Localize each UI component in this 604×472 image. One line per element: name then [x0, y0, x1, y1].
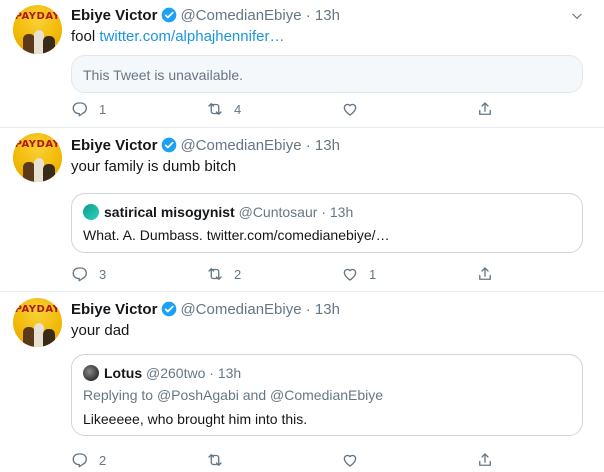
share-button[interactable]	[476, 264, 494, 284]
tweet-text: your dad	[71, 322, 130, 339]
tweet-text: your family is dumb bitch	[71, 158, 237, 175]
reply-count: 3	[99, 266, 107, 282]
like-count: 1	[369, 266, 377, 282]
replying-and: and	[238, 387, 271, 403]
tweet-header: Ebiye Victor @ComedianEbiye · 13h	[71, 6, 340, 26]
heart-icon	[343, 268, 357, 281]
retweet-icon	[208, 454, 222, 466]
verified-icon	[162, 7, 177, 23]
author-name[interactable]: Ebiye Victor	[71, 7, 157, 24]
retweet-count: 4	[234, 101, 242, 117]
quoted-tweet[interactable]: Lotus @260two · 13h Replying to @PoshAga…	[71, 354, 583, 436]
like-button[interactable]	[341, 99, 369, 119]
chevron-down-icon[interactable]	[570, 9, 584, 23]
share-button[interactable]	[476, 450, 494, 470]
quote-author-name: Lotus	[104, 365, 143, 381]
avatar-logo: PAYDAY	[14, 304, 61, 315]
reply-button[interactable]: 2	[71, 450, 106, 470]
separator: ·	[209, 365, 214, 381]
quote-header: Lotus @260two · 13h	[83, 364, 241, 382]
tweet-header: Ebiye Victor @ComedianEbiye · 13h	[71, 136, 340, 156]
quote-timestamp: 13h	[217, 365, 242, 381]
quote-author-name: satirical misogynist	[104, 204, 235, 220]
share-button[interactable]	[476, 99, 494, 119]
tweet-link[interactable]: twitter.com/alphajhennifer…	[99, 28, 284, 45]
retweet-icon	[208, 268, 222, 280]
verified-icon	[162, 301, 177, 317]
replying-prefix: Replying to	[83, 387, 157, 403]
replying-user: @PoshAgabi	[156, 387, 239, 403]
quote-header: satirical misogynist @Cuntosaur · 13h	[83, 203, 353, 221]
tweet-text-prefix: fool	[71, 28, 100, 45]
like-button[interactable]: 1	[341, 264, 376, 284]
share-icon	[479, 453, 491, 466]
avatar[interactable]: PAYDAY	[13, 133, 62, 182]
unavailable-quote: This Tweet is unavailable.	[71, 55, 583, 93]
share-icon	[479, 267, 491, 280]
quote-author-handle: @260two	[146, 365, 206, 381]
quote-timestamp: 13h	[329, 204, 354, 220]
timestamp[interactable]: 13h	[315, 137, 340, 154]
reply-count: 1	[99, 101, 107, 117]
replying-user: @ComedianEbiye	[270, 387, 384, 403]
quote-avatar	[83, 204, 99, 220]
tweet-actions: 2	[71, 450, 511, 470]
separator: ·	[305, 7, 311, 24]
separator: ·	[321, 204, 326, 220]
tweet-actions: 1 4	[71, 99, 511, 119]
reply-button[interactable]: 3	[71, 264, 106, 284]
separator: ·	[305, 137, 311, 154]
avatar[interactable]: PAYDAY	[13, 5, 62, 54]
tweet-text: fool twitter.com/alphajhennifer…	[71, 27, 284, 47]
quote-avatar	[83, 365, 99, 381]
avatar-logo: PAYDAY	[14, 11, 61, 22]
tweet-actions: 3 2 1	[71, 264, 511, 284]
tweet[interactable]: PAYDAY Ebiye Victor @ComedianEbiye · 13h …	[0, 291, 604, 472]
retweet-icon	[208, 103, 222, 115]
verified-icon	[162, 137, 177, 153]
author-handle[interactable]: @ComedianEbiye	[180, 137, 301, 154]
author-name[interactable]: Ebiye Victor	[71, 301, 157, 318]
share-icon	[479, 102, 491, 115]
timestamp[interactable]: 13h	[315, 301, 340, 318]
quote-author-handle: @Cuntosaur	[238, 204, 318, 220]
like-button[interactable]	[341, 450, 369, 470]
retweet-count: 2	[234, 266, 242, 282]
replying-to: Replying to @PoshAgabi and @ComedianEbiy…	[83, 386, 383, 404]
reply-icon	[72, 102, 87, 117]
tweet[interactable]: PAYDAY Ebiye Victor @ComedianEbiye · 13h …	[0, 0, 604, 128]
tweet[interactable]: PAYDAY Ebiye Victor @ComedianEbiye · 13h …	[0, 127, 604, 292]
separator: ·	[305, 301, 311, 318]
retweet-button[interactable]: 2	[206, 264, 241, 284]
author-name[interactable]: Ebiye Victor	[71, 137, 157, 154]
reply-button[interactable]: 1	[71, 99, 106, 119]
quote-text: Likeeeee, who brought him into this.	[83, 411, 308, 427]
retweet-button[interactable]: 4	[206, 99, 241, 119]
avatar[interactable]: PAYDAY	[13, 298, 62, 347]
avatar-logo: PAYDAY	[14, 139, 61, 150]
quote-text: What. A. Dumbass. twitter.com/comedianeb…	[83, 227, 390, 243]
timestamp[interactable]: 13h	[315, 7, 340, 24]
heart-icon	[343, 103, 357, 116]
reply-icon	[72, 267, 87, 282]
retweet-button[interactable]	[206, 450, 234, 470]
quoted-tweet[interactable]: satirical misogynist @Cuntosaur · 13h Wh…	[71, 193, 583, 253]
reply-count: 2	[99, 452, 107, 468]
heart-icon	[343, 454, 357, 467]
author-handle[interactable]: @ComedianEbiye	[180, 7, 301, 24]
tweet-header: Ebiye Victor @ComedianEbiye · 13h	[71, 300, 340, 320]
reply-icon	[72, 453, 87, 468]
author-handle[interactable]: @ComedianEbiye	[180, 301, 301, 318]
